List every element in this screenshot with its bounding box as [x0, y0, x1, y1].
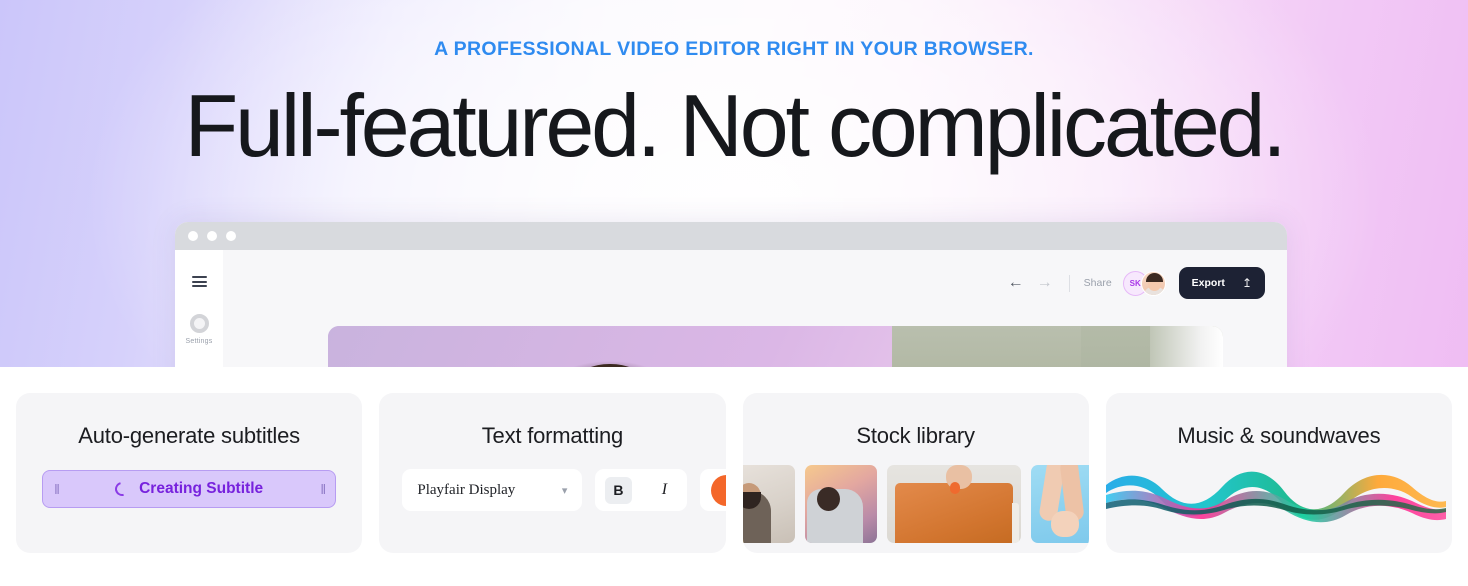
progress-right-grip[interactable]: ‖ — [320, 481, 326, 497]
hero-eyebrow: A PROFESSIONAL VIDEO EDITOR RIGHT IN YOU… — [434, 38, 1034, 60]
font-family-value: Playfair Display — [417, 481, 516, 498]
card-title: Auto-generate subtitles — [78, 423, 300, 448]
browser-body: Settings ← → Share SK Export ↥ — [175, 250, 1287, 367]
font-family-select[interactable]: Playfair Display ▾ — [402, 469, 583, 511]
video-canvas[interactable] — [328, 326, 1223, 367]
card-text-formatting[interactable]: Text formatting Playfair Display ▾ B I — [379, 393, 726, 553]
bottom-strip — [0, 553, 1468, 586]
card-music-soundwaves[interactable]: Music & soundwaves — [1105, 393, 1452, 553]
browser-titlebar — [175, 222, 1287, 250]
italic-button[interactable]: I — [651, 477, 678, 504]
progress-label: Creating Subtitle — [139, 480, 264, 497]
window-maximize-dot-icon[interactable] — [226, 231, 236, 241]
editor-sidebar: Settings — [175, 250, 223, 367]
bold-button[interactable]: B — [604, 476, 632, 504]
editor-stage: ← → Share SK Export ↥ — [223, 250, 1287, 367]
hero-section: A PROFESSIONAL VIDEO EDITOR RIGHT IN YOU… — [0, 0, 1468, 367]
share-button[interactable]: Share — [1084, 277, 1112, 289]
undo-arrow-icon[interactable]: ← — [1008, 275, 1024, 291]
progress-left-grip[interactable]: ‖ — [54, 481, 60, 497]
window-close-dot-icon[interactable] — [188, 231, 198, 241]
card-auto-subtitles[interactable]: Auto-generate subtitles ‖ Creating Subti… — [16, 393, 363, 553]
card-title: Music & soundwaves — [1177, 423, 1381, 448]
card-title: Stock library — [856, 423, 975, 448]
soundwave-graphic — [1105, 471, 1446, 523]
canvas-backdrop-purple — [328, 326, 892, 367]
chevron-down-icon: ▾ — [561, 484, 568, 497]
export-label: Export — [1191, 277, 1225, 289]
redo-arrow-icon[interactable]: → — [1037, 275, 1053, 291]
color-swatch-icon[interactable] — [711, 474, 726, 506]
canvas-backdrop-room — [891, 326, 1223, 367]
bold-italic-group: B I — [595, 469, 688, 511]
card-title: Text formatting — [481, 423, 624, 448]
stock-thumbnail[interactable] — [804, 465, 877, 543]
loading-spinner-icon — [112, 479, 132, 499]
color-picker[interactable] — [700, 469, 726, 511]
gear-icon — [189, 314, 209, 333]
sidebar-item-settings[interactable]: Settings — [186, 314, 213, 345]
hamburger-icon[interactable] — [191, 276, 207, 287]
upload-icon: ↥ — [1241, 276, 1252, 290]
stock-thumbnail[interactable] — [886, 465, 1021, 543]
window-minimize-dot-icon[interactable] — [207, 231, 217, 241]
hero-headline: Full-featured. Not complicated. — [184, 76, 1286, 175]
editor-toolbar: ← → Share SK Export ↥ — [223, 250, 1287, 316]
sidebar-item-label: Settings — [185, 338, 213, 345]
toolbar-divider — [1068, 274, 1070, 292]
stock-thumbnails — [742, 461, 1089, 553]
card-stock-library[interactable]: Stock library — [742, 393, 1089, 553]
subtitle-progress-bar[interactable]: ‖ Creating Subtitle ‖ — [42, 470, 337, 508]
canvas-person — [550, 361, 669, 367]
text-format-toolbar: Playfair Display ▾ B I — [402, 469, 726, 511]
stock-thumbnail[interactable] — [742, 465, 795, 543]
stock-thumbnail[interactable] — [1030, 465, 1089, 543]
avatar[interactable] — [1140, 270, 1166, 296]
browser-mockup: Settings ← → Share SK Export ↥ — [175, 222, 1287, 367]
export-button[interactable]: Export ↥ — [1178, 267, 1265, 299]
feature-cards: Auto-generate subtitles ‖ Creating Subti… — [0, 393, 1468, 553]
progress-status: Creating Subtitle — [112, 479, 264, 499]
